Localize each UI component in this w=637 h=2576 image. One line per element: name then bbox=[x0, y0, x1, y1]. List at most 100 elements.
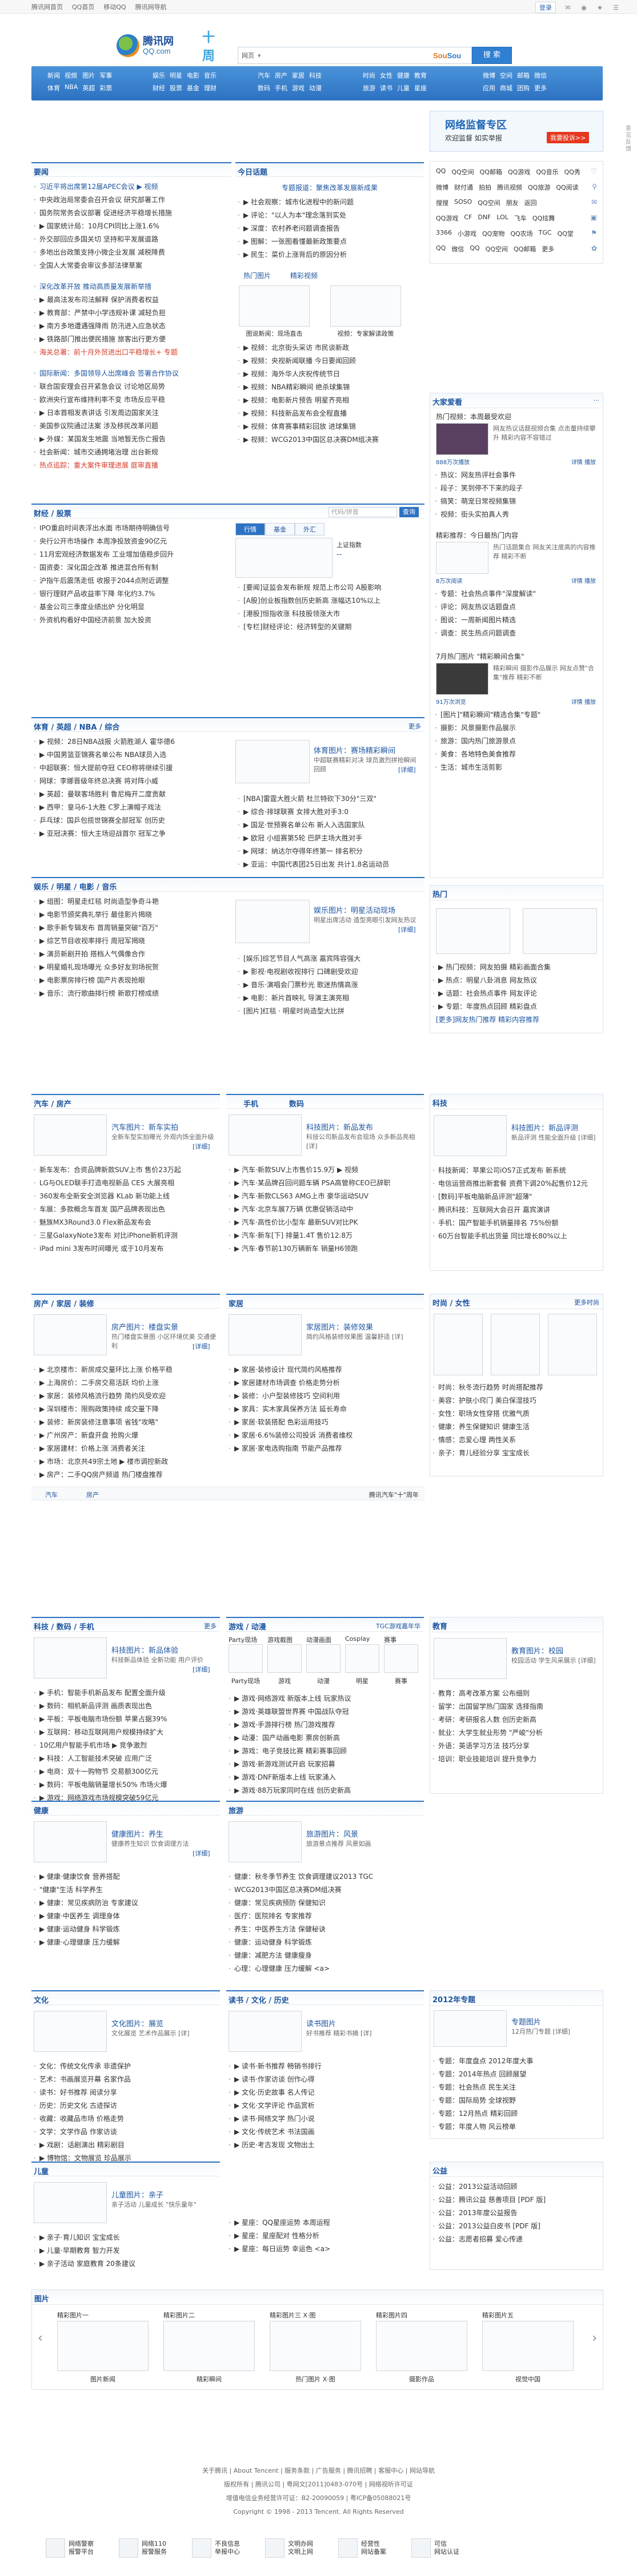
cert-badge[interactable]: 可信 网站认证 bbox=[411, 2535, 459, 2561]
list-item[interactable]: 央行公开市场操作 本周净投放资金90亿元 bbox=[31, 535, 231, 548]
nav-link[interactable]: 军事 bbox=[99, 71, 112, 80]
list-item[interactable]: ▶ 欧冠 小组赛第5轮 巴萨主场大胜对手 bbox=[235, 832, 424, 845]
list-item[interactable]: ▶ 家具：实木家具保养方法 延长寿命 bbox=[226, 1403, 424, 1416]
list-item[interactable]: 旅游：国内热门旅游景点 bbox=[432, 735, 603, 748]
list-item[interactable]: 中超联赛：恒大提前夺冠 CEO称将继续引援 bbox=[31, 762, 231, 775]
list-item[interactable]: ▶ 话题：社会热点事件 网友评论 bbox=[430, 987, 603, 1000]
top-link-home[interactable]: 腾讯网首页 bbox=[31, 2, 63, 11]
qq-link[interactable]: 财付通 bbox=[454, 183, 473, 192]
qq-link[interactable]: QQ阅读 bbox=[556, 183, 578, 192]
tab-market[interactable]: 行情 bbox=[235, 523, 265, 536]
nav-link[interactable]: 音乐 bbox=[204, 71, 217, 80]
list-item[interactable]: 国资委：深化国企改革 推进混合所有制 bbox=[31, 561, 231, 574]
list-item[interactable]: 专题：2014年热点 回顾展望 bbox=[430, 2068, 603, 2081]
list-item[interactable]: 摄影：风景摄影作品展示 bbox=[432, 722, 603, 735]
list-item[interactable]: ▶ 国足·世预赛名单公布 新人入选国家队 bbox=[235, 819, 424, 832]
special-pic-title[interactable]: 专题图片 bbox=[511, 2016, 541, 2027]
nav-link[interactable]: 数码 bbox=[258, 83, 270, 92]
list-item[interactable]: 公益：志愿者招募 爱心传递 bbox=[430, 2233, 603, 2246]
top-link-mobile[interactable]: 移动QQ bbox=[103, 2, 126, 11]
list-item[interactable]: [专栏]财经评论：经济转型的关键期 bbox=[235, 621, 424, 634]
list-item[interactable]: ▶ 教育部：严禁中小学违规补课 减轻负担 bbox=[31, 307, 231, 320]
qq-row-icon[interactable]: ✿ bbox=[591, 244, 597, 252]
list-item[interactable]: 健康：养生保健知识 健康生活 bbox=[430, 1420, 603, 1434]
nav-link[interactable]: 邮箱 bbox=[517, 71, 530, 80]
health-pic-title[interactable]: 健康图片：养生 bbox=[111, 1828, 163, 1839]
list-item[interactable]: ▶ 健康·健康饮食 营养搭配 bbox=[31, 1870, 220, 1883]
qq-link[interactable]: CF bbox=[464, 214, 472, 223]
list-item[interactable]: ▶ 国家统计局：10月CPI同比上涨1.6% bbox=[31, 220, 231, 233]
list-item[interactable]: 海关总署：前十月外贸进出口平稳增长+ 专题 bbox=[31, 346, 231, 359]
house-thumb[interactable] bbox=[34, 1314, 107, 1355]
list-item[interactable]: 360发布全新安全浏览器 KLab 新功能上线 bbox=[31, 1190, 220, 1203]
list-item[interactable]: 读书：好书推荐 阅读分享 bbox=[31, 2086, 220, 2099]
list-item[interactable]: ▶ 视频：NBA精彩瞬间 绝杀球集锦 bbox=[235, 381, 424, 394]
list-item[interactable]: 联合国安理会召开紧急会议 讨论地区局势 bbox=[31, 380, 231, 393]
list-item[interactable]: ▶ 市场：北京共49宗土地 ▶ 楼市调控新政 bbox=[31, 1455, 220, 1468]
list-item[interactable]: ▶ 家居·软装搭配 色彩运用技巧 bbox=[226, 1416, 424, 1429]
game-thumb-caption[interactable]: 赛事 bbox=[384, 1676, 418, 1685]
list-item[interactable]: ▶ 亚运：中国代表团25日出发 共计1.8名运动员 bbox=[235, 858, 424, 871]
list-item[interactable]: ▶ 音乐·演唱会门票秒光 歌迷热情高涨 bbox=[235, 979, 424, 992]
qq-link[interactable]: QQ游戏 bbox=[436, 214, 458, 223]
fashion-thumb-2[interactable] bbox=[491, 1314, 540, 1375]
list-item[interactable]: 公益：2013公益白皮书 [PDF 版] bbox=[430, 2220, 603, 2233]
carousel-image[interactable] bbox=[57, 2321, 149, 2371]
carousel-image[interactable] bbox=[270, 2321, 361, 2371]
list-item[interactable]: ▶ 音乐：流行歌曲排行榜 新歌打榜成绩 bbox=[31, 987, 231, 1000]
list-item[interactable]: ▶ 图解：一张图看懂最新政策要点 bbox=[235, 235, 424, 248]
sports-thumb[interactable] bbox=[235, 740, 310, 783]
culture-pic-title[interactable]: 文化图片：展览 bbox=[111, 2018, 163, 2028]
list-item[interactable]: ▶ 亲子·育儿知识 宝宝成长 bbox=[31, 2231, 220, 2244]
carousel-label[interactable]: 视觉中国 bbox=[482, 2374, 574, 2384]
list-item[interactable]: ▶ 亲子活动 家庭教育 20条建议 bbox=[31, 2257, 220, 2271]
qq-row-icon[interactable]: ⚲ bbox=[592, 183, 597, 191]
sports-more[interactable]: 更多 bbox=[408, 722, 421, 731]
list-item[interactable]: ▶ 视频：28日NBA战报 火箭胜湖人 霍华德6 bbox=[31, 735, 231, 748]
nav-link[interactable]: 更多 bbox=[534, 83, 547, 92]
list-item[interactable]: ▶ 广州房产：新盘开盘 抢购火爆 bbox=[31, 1429, 220, 1442]
list-item[interactable]: ▶ 汽车·某品牌召回问题车辆 PSA高管称CEO已辞职 bbox=[226, 1177, 424, 1190]
weibo-icon[interactable]: ◉ bbox=[580, 3, 588, 11]
nav-link[interactable]: 体育 bbox=[47, 83, 60, 92]
nav-link[interactable]: 视频 bbox=[65, 71, 78, 80]
list-item[interactable]: 培训：职业技能培训 提升竞争力 bbox=[430, 1753, 603, 1766]
list-item[interactable]: 考研：考研报名人数 创历史新高 bbox=[430, 1713, 603, 1726]
auto-thumb[interactable] bbox=[34, 1114, 107, 1156]
list-item[interactable]: LG与OLED联手打造电视新品 CES 大展亮相 bbox=[31, 1177, 220, 1190]
list-item[interactable]: ▶ 游戏·英雄联盟世界赛 中国战队夺冠 bbox=[226, 1705, 424, 1718]
list-item[interactable]: ▶ 北京楼市：新房成交量环比上涨 价格平稳 bbox=[31, 1363, 220, 1376]
list-item[interactable]: ▶ 综合·排球联赛 女排大胜对手3:0 bbox=[235, 806, 424, 819]
search-input[interactable] bbox=[273, 50, 415, 61]
list-item[interactable]: ▶ 家居·装修设计 现代简约风格推荐 bbox=[226, 1363, 424, 1376]
nav-link[interactable]: 健康 bbox=[397, 71, 410, 80]
list-item[interactable]: ▶ 电影票房排行榜 国产片表现抢眼 bbox=[31, 974, 231, 987]
list-item[interactable]: 外资机构看好中国经济前景 加大投资 bbox=[31, 614, 231, 627]
cert-badge[interactable]: 网络警察 报警平台 bbox=[46, 2535, 94, 2561]
list-item[interactable]: 三星GalaxyNote3发布 对比iPhone新机评测 bbox=[31, 1229, 220, 1242]
list-item[interactable]: ▶ 数码：平板电脑销量增长50% 市场火爆 bbox=[31, 1778, 220, 1792]
techmain-thumb[interactable] bbox=[34, 1637, 107, 1679]
ent-pic-title[interactable]: 娱乐图片：明星活动现场 bbox=[314, 904, 395, 915]
list-item[interactable]: 沪指午后震荡走低 收报于2044点附近调整 bbox=[31, 574, 231, 587]
carousel-label[interactable]: 图片新闻 bbox=[57, 2374, 149, 2384]
carousel-image[interactable] bbox=[482, 2321, 574, 2371]
child-pic-title[interactable]: 儿童图片：亲子 bbox=[111, 2189, 163, 2200]
list-item[interactable]: 公益：2013年度公益报告 bbox=[430, 2207, 603, 2220]
list-item[interactable]: ▶ 家居·6.6%装修公司投诉 消费者维权 bbox=[226, 1429, 424, 1442]
travel-thumb[interactable] bbox=[229, 1821, 302, 1862]
nav-link[interactable]: 教育 bbox=[414, 71, 427, 80]
list-item[interactable]: ▶ 英超：曼联客场胜利 鲁尼梅开二度贡献 bbox=[31, 788, 231, 801]
nav-link[interactable]: 微信 bbox=[534, 71, 547, 80]
list-item[interactable]: ▶ 电影节颁奖典礼举行 最佳影片揭晓 bbox=[31, 908, 231, 921]
list-item[interactable]: 教育：高考改革方案 公布细则 bbox=[430, 1687, 603, 1700]
list-item[interactable]: ▶ 组图：明星走红毯 时尚造型争奇斗艳 bbox=[31, 895, 231, 908]
carousel-caption[interactable]: 精彩图片五 bbox=[482, 2311, 574, 2320]
list-item[interactable]: 专题：社会热点事件"深度解读" bbox=[432, 587, 603, 601]
list-item[interactable]: ▶ 亚冠决赛：恒大主场迎战首尔 冠军之争 bbox=[31, 827, 231, 840]
qq-link[interactable]: QQ宠物 bbox=[482, 229, 504, 238]
game-thumb-caption[interactable]: 游戏 bbox=[267, 1676, 302, 1685]
list-item[interactable]: [港股]恒指收涨 科技股领涨大市 bbox=[235, 607, 424, 621]
list-item[interactable]: 公益：腾讯公益 慈善项目 [PDF 版] bbox=[430, 2193, 603, 2207]
list-item[interactable]: ▶ 视频：体育赛事精彩回放 进球集锦 bbox=[235, 420, 424, 433]
